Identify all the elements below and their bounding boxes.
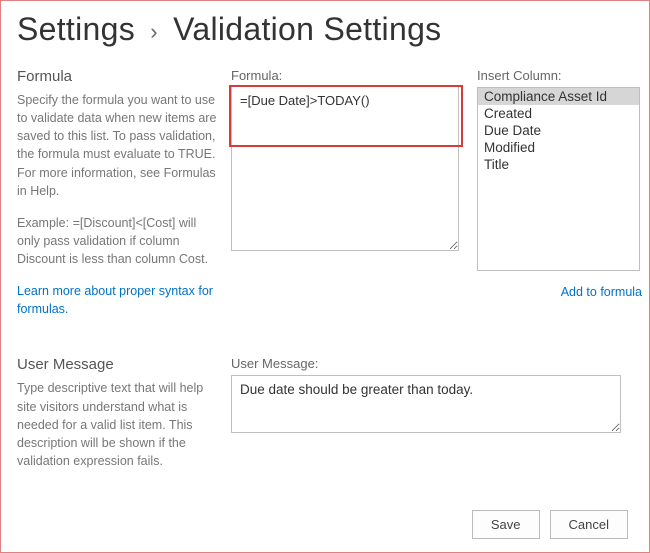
- formula-section-title: Formula: [17, 68, 217, 85]
- column-listbox-item[interactable]: Title: [478, 156, 639, 173]
- column-listbox-item[interactable]: Modified: [478, 139, 639, 156]
- insert-column-label: Insert Column:: [477, 68, 642, 83]
- formula-section-desc: Specify the formula you want to use to v…: [17, 91, 217, 200]
- column-listbox-item[interactable]: Compliance Asset Id: [478, 88, 639, 105]
- user-message-input[interactable]: [231, 375, 621, 433]
- user-message-field-label: User Message:: [231, 356, 621, 371]
- formula-example: Example: =[Discount]<[Cost] will only pa…: [17, 214, 217, 268]
- user-message-section-title: User Message: [17, 356, 217, 373]
- column-listbox-item[interactable]: Created: [478, 105, 639, 122]
- chevron-right-icon: ›: [150, 19, 158, 44]
- breadcrumb-parent[interactable]: Settings: [17, 11, 135, 47]
- save-button[interactable]: Save: [472, 510, 540, 539]
- formula-field-label: Formula:: [231, 68, 463, 83]
- formula-input[interactable]: [231, 86, 459, 251]
- breadcrumb-current: Validation Settings: [173, 11, 441, 47]
- breadcrumb: Settings › Validation Settings: [17, 11, 633, 48]
- add-to-formula-link[interactable]: Add to formula: [561, 283, 642, 301]
- formula-help-link[interactable]: Learn more about proper syntax for formu…: [17, 282, 217, 318]
- column-listbox-item[interactable]: Due Date: [478, 122, 639, 139]
- cancel-button[interactable]: Cancel: [550, 510, 628, 539]
- column-listbox[interactable]: Compliance Asset IdCreatedDue DateModifi…: [477, 87, 640, 271]
- user-message-section-desc: Type descriptive text that will help sit…: [17, 379, 217, 470]
